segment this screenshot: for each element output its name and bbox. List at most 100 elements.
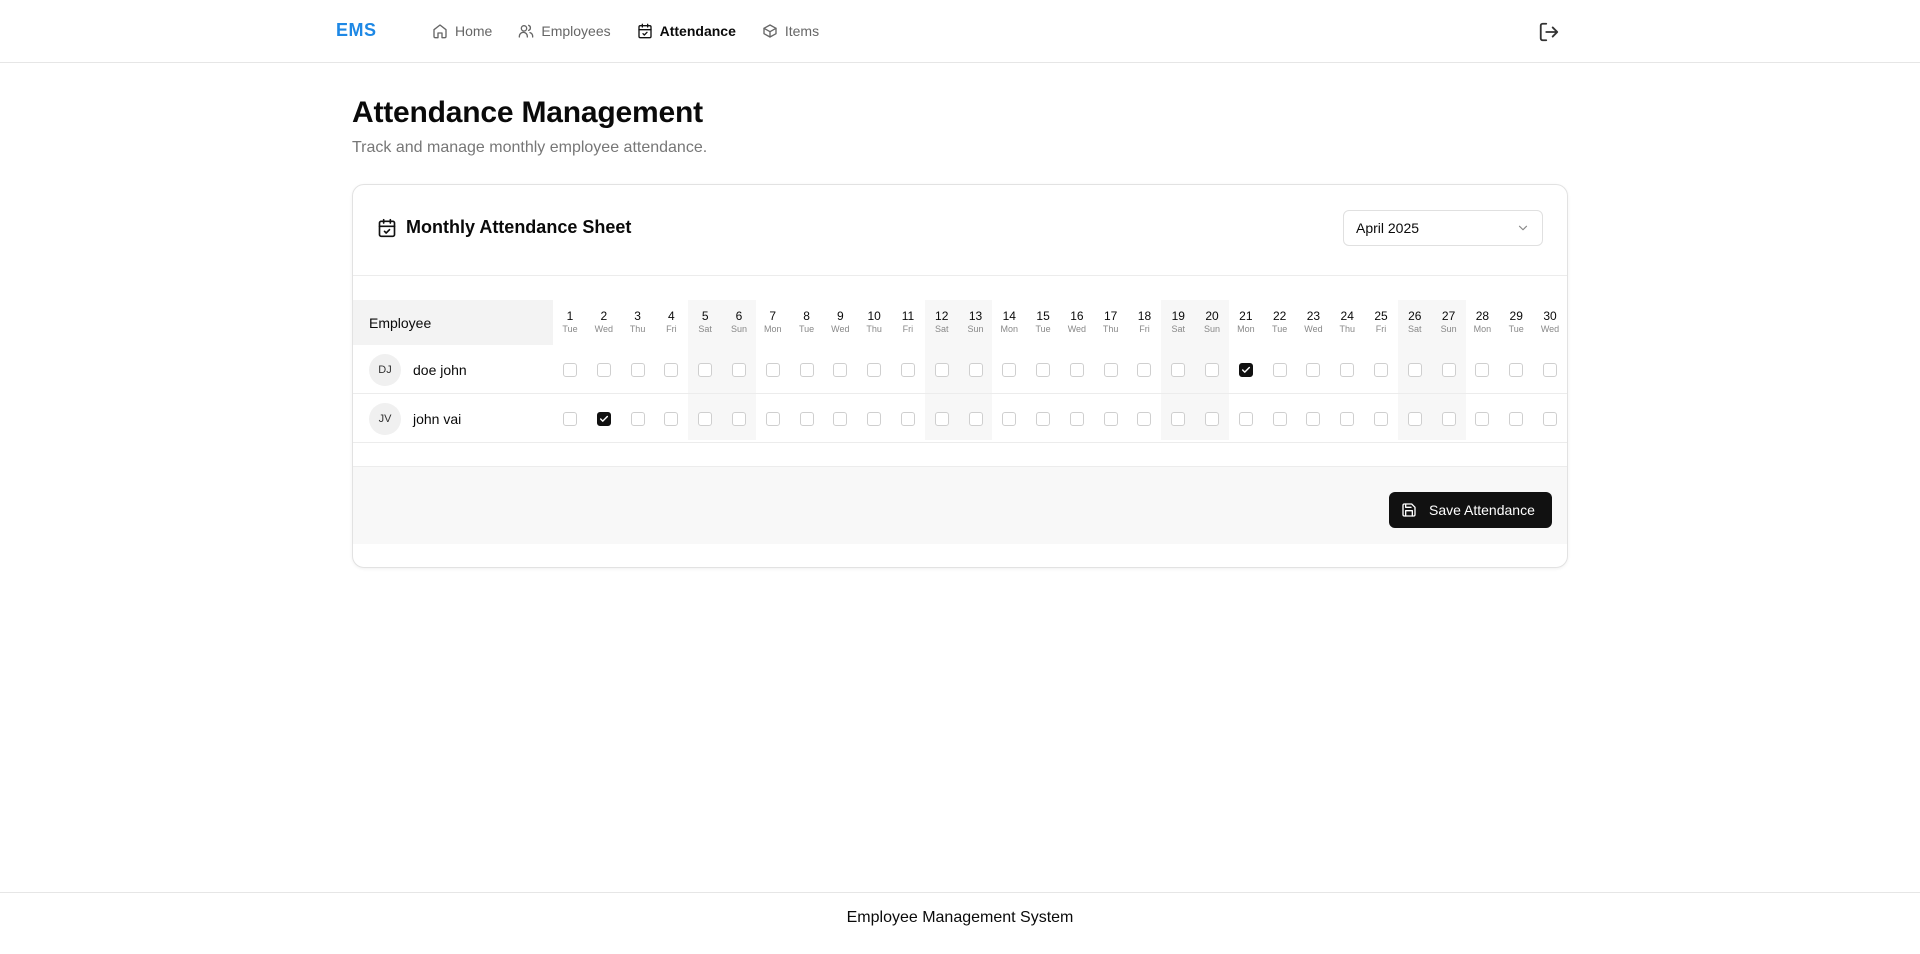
- attendance-checkbox[interactable]: [1002, 363, 1017, 377]
- day-column-header: 6 Sun: [725, 300, 753, 345]
- save-attendance-button[interactable]: Save Attendance: [1389, 492, 1552, 528]
- attendance-checkbox[interactable]: [1543, 363, 1557, 377]
- day-column-header: 30 Wed: [1536, 300, 1564, 345]
- day-column-header: 1 Tue: [556, 300, 584, 345]
- day-weekday: Mon: [763, 324, 782, 334]
- attendance-checkbox[interactable]: [1238, 412, 1253, 426]
- attendance-checkbox[interactable]: [1407, 363, 1422, 377]
- attendance-checkbox[interactable]: [1475, 363, 1490, 377]
- day-number: 15: [1036, 309, 1050, 323]
- employee-cell: JV john vai: [369, 394, 461, 443]
- attendance-checkbox[interactable]: [1205, 412, 1220, 426]
- day-weekday: Thu: [866, 324, 882, 334]
- month-select[interactable]: April 2025: [1343, 210, 1543, 246]
- attendance-checkbox[interactable]: [833, 363, 848, 377]
- attendance-checkbox[interactable]: [563, 363, 577, 377]
- attendance-checkbox[interactable]: [1036, 412, 1051, 426]
- attendance-checkbox[interactable]: [968, 363, 983, 377]
- day-number: 3: [634, 309, 641, 323]
- attendance-checkbox[interactable]: [1374, 363, 1389, 377]
- day-number: 6: [735, 309, 743, 323]
- attendance-checkbox[interactable]: [1441, 363, 1456, 377]
- attendance-checkbox[interactable]: [1069, 363, 1084, 377]
- attendance-card: Monthly Attendance Sheet April 2025 Empl…: [352, 184, 1568, 568]
- attendance-checkbox[interactable]: [799, 363, 814, 377]
- day-column-header: 10 Thu: [860, 300, 888, 345]
- attendance-checkbox[interactable]: [563, 412, 577, 426]
- employee-name: john vai: [413, 410, 462, 427]
- attendance-checkbox[interactable]: [1509, 412, 1524, 426]
- page-subtitle: Track and manage monthly employee attend…: [352, 139, 708, 156]
- attendance-checkbox[interactable]: [596, 412, 611, 426]
- brand-logo[interactable]: EMS: [336, 20, 377, 41]
- attendance-checkbox[interactable]: [1171, 363, 1186, 377]
- attendance-checkbox[interactable]: [630, 412, 645, 426]
- nav-home-label: Home: [455, 23, 493, 39]
- attendance-checkbox[interactable]: [1509, 363, 1524, 377]
- attendance-checkbox[interactable]: [1441, 412, 1456, 426]
- nav-items[interactable]: Items: [762, 20, 819, 42]
- day-number: 5: [701, 309, 709, 323]
- footer-text: Employee Management System: [846, 909, 1074, 926]
- attendance-checkbox[interactable]: [1103, 412, 1118, 426]
- attendance-checkbox[interactable]: [934, 363, 949, 377]
- day-weekday: Fri: [1375, 324, 1387, 334]
- nav-home[interactable]: Home: [432, 20, 492, 42]
- attendance-checkbox[interactable]: [698, 412, 713, 426]
- attendance-checkbox[interactable]: [1475, 412, 1490, 426]
- attendance-checkbox[interactable]: [630, 363, 645, 377]
- attendance-checkbox[interactable]: [900, 412, 915, 426]
- attendance-checkbox[interactable]: [1002, 412, 1017, 426]
- day-number: 14: [1002, 309, 1016, 323]
- attendance-checkbox[interactable]: [1306, 363, 1321, 377]
- attendance-checkbox[interactable]: [934, 412, 949, 426]
- day-number: 29: [1509, 309, 1523, 323]
- attendance-checkbox[interactable]: [664, 363, 679, 377]
- attendance-checkbox[interactable]: [664, 412, 679, 426]
- day-column-header: 17 Thu: [1097, 300, 1125, 345]
- attendance-checkbox[interactable]: [1272, 363, 1287, 377]
- logout-icon[interactable]: [1538, 21, 1560, 43]
- attendance-checkbox[interactable]: [765, 363, 780, 377]
- attendance-checkbox[interactable]: [1069, 412, 1084, 426]
- day-weekday: Fri: [902, 324, 914, 334]
- nav-employees[interactable]: Employees: [518, 20, 611, 42]
- day-weekday: Wed: [831, 324, 850, 334]
- attendance-checkbox[interactable]: [1171, 412, 1186, 426]
- attendance-checkbox[interactable]: [867, 412, 882, 426]
- attendance-checkbox[interactable]: [799, 412, 814, 426]
- attendance-checkbox[interactable]: [1543, 412, 1557, 426]
- attendance-checkbox[interactable]: [1340, 363, 1355, 377]
- attendance-checkbox[interactable]: [596, 363, 611, 377]
- attendance-checkbox[interactable]: [765, 412, 780, 426]
- day-column-header: 29 Tue: [1502, 300, 1530, 345]
- day-number: 8: [803, 309, 810, 323]
- day-weekday: Fri: [666, 324, 677, 334]
- nav-attendance[interactable]: Attendance: [637, 20, 736, 42]
- attendance-checkbox[interactable]: [833, 412, 848, 426]
- attendance-checkbox[interactable]: [1374, 412, 1389, 426]
- attendance-checkbox[interactable]: [1137, 412, 1152, 426]
- day-column-header: 15 Tue: [1029, 300, 1057, 345]
- attendance-checkbox[interactable]: [900, 363, 915, 377]
- attendance-checkbox[interactable]: [968, 412, 983, 426]
- attendance-checkbox[interactable]: [698, 363, 713, 377]
- attendance-checkbox[interactable]: [731, 363, 746, 377]
- attendance-checkbox[interactable]: [1137, 363, 1152, 377]
- day-column-header: 18 Fri: [1130, 300, 1158, 345]
- attendance-checkbox[interactable]: [1238, 363, 1253, 377]
- attendance-checkbox[interactable]: [1407, 412, 1422, 426]
- attendance-checkbox[interactable]: [1036, 363, 1051, 377]
- day-number: 2: [600, 309, 608, 323]
- attendance-checkbox[interactable]: [867, 363, 882, 377]
- attendance-checkbox[interactable]: [1272, 412, 1287, 426]
- attendance-checkbox[interactable]: [1103, 363, 1118, 377]
- month-select-value: April 2025: [1356, 220, 1420, 236]
- attendance-checkbox[interactable]: [1340, 412, 1355, 426]
- check-icon: [1241, 366, 1250, 373]
- attendance-checkbox[interactable]: [1306, 412, 1321, 426]
- save-attendance-label: Save Attendance: [1429, 502, 1535, 518]
- attendance-checkbox[interactable]: [731, 412, 746, 426]
- day-weekday: Sat: [1171, 324, 1186, 334]
- attendance-checkbox[interactable]: [1205, 363, 1220, 377]
